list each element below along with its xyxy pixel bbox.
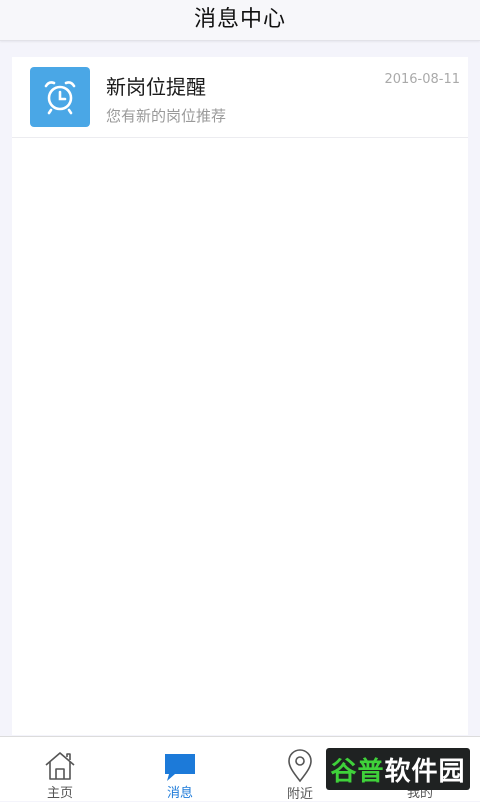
top-header: 消息中心	[0, 0, 480, 41]
watermark-text-white: 软件园	[384, 756, 466, 787]
message-item-new-job[interactable]: 新岗位提醒 您有新的岗位推荐 2016-08-11	[12, 57, 468, 138]
tab-home-label: 主页	[46, 786, 73, 801]
home-icon	[43, 749, 77, 782]
page-title: 消息中心	[193, 7, 286, 32]
chat-bubble-icon	[163, 749, 197, 782]
tab-home[interactable]: 主页	[0, 737, 120, 801]
location-pin-icon	[286, 749, 314, 783]
message-list: 新岗位提醒 您有新的岗位推荐 2016-08-11	[12, 57, 468, 735]
alarm-clock-icon	[30, 67, 90, 127]
tab-messages[interactable]: 消息	[120, 737, 240, 801]
message-subtitle: 您有新的岗位推荐	[106, 107, 227, 125]
message-date: 2016-08-11	[384, 72, 460, 87]
tab-messages-label: 消息	[166, 786, 193, 801]
message-title: 新岗位提醒	[106, 75, 206, 99]
watermark-logo: 谷普 软件园	[326, 748, 470, 790]
tab-nearby-label: 附近	[286, 787, 313, 802]
watermark-text-green: 谷普	[330, 756, 385, 787]
